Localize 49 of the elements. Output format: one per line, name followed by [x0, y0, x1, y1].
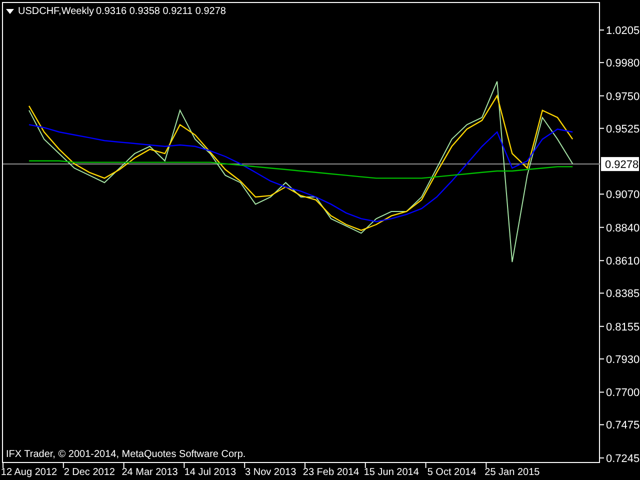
y-tick-label: 0.7700: [606, 387, 640, 400]
quote-values: 0.9316 0.9358 0.9211 0.9278: [96, 6, 226, 17]
x-axis-tick-label: 3 Nov 2013: [244, 462, 296, 478]
y-axis-tick-label: 0.7475: [600, 420, 640, 432]
y-axis-tick-label: 0.7245: [600, 452, 640, 465]
y-axis-tick-label: 0.8385: [600, 288, 640, 300]
x-tick-label: 23 Feb 2014: [302, 467, 360, 478]
y-tick-label: 0.7930: [606, 354, 640, 366]
y-axis-tick-label: 0.8840: [600, 222, 640, 234]
y-tick-label: 0.8155: [606, 321, 640, 334]
y-axis-tick-label: 0.8610: [600, 256, 640, 268]
y-axis-tick-label: 0.9980: [600, 58, 640, 70]
y-axis-tick-label: 0.9070: [600, 189, 640, 202]
x-axis-tick-label: 14 Jul 2013: [184, 462, 236, 478]
y-tick-label: 0.8840: [606, 222, 640, 234]
y-axis-tick-label: 0.8155: [600, 321, 640, 334]
x-tick-label: 15 Jun 2014: [364, 467, 420, 478]
y-tick-label: 0.8385: [606, 288, 640, 300]
y-tick-label: 0.9980: [606, 58, 640, 70]
x-axis-tick-label: 25 Jan 2015: [484, 462, 540, 478]
x-tick-label: 5 Oct 2014: [427, 467, 477, 478]
collapse-triangle-icon[interactable]: [6, 9, 14, 14]
y-tick-label: 0.7245: [606, 452, 640, 465]
x-tick-label: 14 Jul 2013: [184, 467, 236, 478]
y-axis-tick-label: 0.9525: [600, 123, 640, 136]
y-axis-tick-label: 0.7700: [600, 387, 640, 400]
y-tick-label: 0.8610: [606, 256, 640, 268]
x-axis-tick-label: 2 Dec 2012: [62, 462, 115, 478]
x-tick-label: 3 Nov 2013: [245, 467, 297, 478]
copyright-text: IFX Trader, © 2001-2014, MetaQuotes Software Corp.: [6, 449, 246, 460]
x-axis-tick-label: 24 Mar 2013: [122, 462, 178, 478]
x-tick-label: 24 Mar 2013: [122, 467, 178, 478]
x-axis-tick-label: 15 Jun 2014: [364, 462, 419, 478]
y-tick-label: 0.9525: [606, 123, 640, 136]
y-tick-label: 0.9750: [606, 90, 640, 103]
x-axis-tick-label: 23 Feb 2014: [302, 462, 360, 478]
y-tick-label: 0.7475: [606, 420, 640, 432]
x-tick-label: 12 Aug 2012: [0, 467, 58, 478]
y-tick-label: 0.9070: [606, 189, 640, 202]
y-axis-tick-label: 0.9750: [600, 90, 640, 103]
current-price-label: 0.9278: [601, 157, 639, 172]
x-tick-label: 2 Dec 2012: [64, 467, 116, 478]
x-axis-tick-label: 5 Oct 2014: [425, 462, 476, 478]
x-axis-tick-label: 12 Aug 2012: [0, 462, 58, 478]
symbol-label: USDCHF,Weekly: [18, 6, 94, 17]
x-tick-label: 25 Jan 2015: [484, 467, 540, 478]
y-axis-tick-label: 1.0205: [600, 25, 640, 38]
y-tick-label: 1.0205: [606, 25, 640, 38]
y-axis-tick-label: 0.7930: [600, 354, 640, 366]
